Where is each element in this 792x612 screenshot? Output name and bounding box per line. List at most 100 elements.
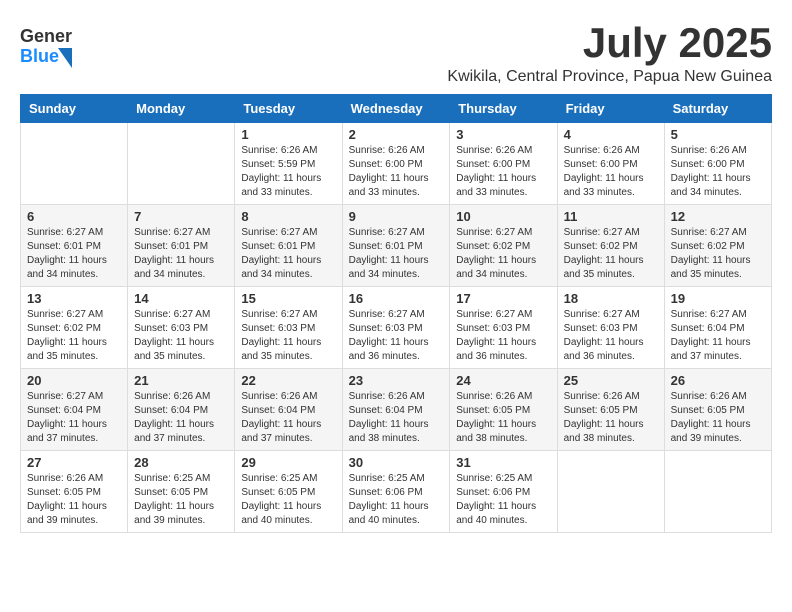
day-number: 4: [564, 127, 658, 142]
title-area: July 2025 Kwikila, Central Province, Pap…: [447, 20, 772, 86]
calendar-cell: 8 Sunrise: 6:27 AM Sunset: 6:01 PM Daylig…: [235, 205, 342, 287]
calendar-week-3: 13 Sunrise: 6:27 AM Sunset: 6:02 PM Dayli…: [21, 287, 772, 369]
calendar-cell: 10 Sunrise: 6:27 AM Sunset: 6:02 PM Dayli…: [450, 205, 557, 287]
calendar-cell: 3 Sunrise: 6:26 AM Sunset: 6:00 PM Daylig…: [450, 123, 557, 205]
calendar-cell: 26Sunrise: 6:26 AM Sunset: 6:05 PM Dayli…: [664, 369, 771, 451]
day-number: 28: [134, 455, 228, 470]
day-info: Sunrise: 6:26 AM Sunset: 6:00 PM Dayligh…: [456, 144, 550, 200]
day-number: 14: [134, 291, 228, 306]
calendar-cell: [21, 123, 128, 205]
logo: General Blue: [20, 20, 76, 68]
calendar-cell: 20Sunrise: 6:27 AM Sunset: 6:04 PM Dayli…: [21, 369, 128, 451]
calendar-cell: 29 Sunrise: 6:25 AM Sunset: 6:05 PM Dayli…: [235, 451, 342, 533]
day-number: 15: [241, 291, 335, 306]
calendar-cell: 21Sunrise: 6:26 AM Sunset: 6:04 PM Dayli…: [128, 369, 235, 451]
day-info: Sunrise: 6:26 AM Sunset: 6:00 PM Dayligh…: [564, 144, 658, 200]
calendar-cell: 2Sunrise: 6:26 AM Sunset: 6:00 PM Daylig…: [342, 123, 450, 205]
calendar-cell: 22Sunrise: 6:26 AM Sunset: 6:04 PM Dayli…: [235, 369, 342, 451]
day-number: 1: [241, 127, 335, 142]
calendar-cell: [128, 123, 235, 205]
day-number: 13: [27, 291, 121, 306]
day-number: 21: [134, 373, 228, 388]
calendar-cell: 12 Sunrise: 6:27 AM Sunset: 6:02 PM Dayli…: [664, 205, 771, 287]
day-number: 25: [564, 373, 658, 388]
calendar-cell: 15Sunrise: 6:27 AM Sunset: 6:03 PM Dayli…: [235, 287, 342, 369]
day-number: 29: [241, 455, 335, 470]
calendar-week-5: 27 Sunrise: 6:26 AM Sunset: 6:05 PM Dayli…: [21, 451, 772, 533]
day-number: 9: [349, 209, 444, 224]
svg-text:Blue: Blue: [20, 46, 59, 66]
day-info: Sunrise: 6:27 AM Sunset: 6:01 PM Dayligh…: [27, 226, 121, 282]
day-number: 23: [349, 373, 444, 388]
location-title: Kwikila, Central Province, Papua New Gui…: [447, 68, 772, 86]
day-number: 2: [349, 127, 444, 142]
day-number: 3: [456, 127, 550, 142]
day-number: 31: [456, 455, 550, 470]
calendar-cell: 14 Sunrise: 6:27 AM Sunset: 6:03 PM Dayli…: [128, 287, 235, 369]
calendar-cell: 30 Sunrise: 6:25 AM Sunset: 6:06 PM Dayli…: [342, 451, 450, 533]
calendar-cell: [664, 451, 771, 533]
calendar-cell: 5 Sunrise: 6:26 AM Sunset: 6:00 PM Daylig…: [664, 123, 771, 205]
day-info: Sunrise: 6:25 AM Sunset: 6:05 PM Dayligh…: [241, 472, 335, 528]
calendar-cell: 13 Sunrise: 6:27 AM Sunset: 6:02 PM Dayli…: [21, 287, 128, 369]
day-info: Sunrise: 6:26 AM Sunset: 6:04 PM Dayligh…: [349, 390, 444, 446]
day-header-sunday: Sunday: [21, 95, 128, 123]
day-number: 10: [456, 209, 550, 224]
calendar-header-row: SundayMondayTuesdayWednesdayThursdayFrid…: [21, 95, 772, 123]
day-header-friday: Friday: [557, 95, 664, 123]
calendar-cell: 23 Sunrise: 6:26 AM Sunset: 6:04 PM Dayli…: [342, 369, 450, 451]
day-info: Sunrise: 6:25 AM Sunset: 6:06 PM Dayligh…: [456, 472, 550, 528]
day-info: Sunrise: 6:27 AM Sunset: 6:03 PM Dayligh…: [349, 308, 444, 364]
day-number: 11: [564, 209, 658, 224]
calendar-cell: 27 Sunrise: 6:26 AM Sunset: 6:05 PM Dayli…: [21, 451, 128, 533]
calendar-cell: 28Sunrise: 6:25 AM Sunset: 6:05 PM Dayli…: [128, 451, 235, 533]
day-number: 7: [134, 209, 228, 224]
day-info: Sunrise: 6:27 AM Sunset: 6:01 PM Dayligh…: [241, 226, 335, 282]
day-info: Sunrise: 6:27 AM Sunset: 6:03 PM Dayligh…: [564, 308, 658, 364]
calendar-cell: [557, 451, 664, 533]
day-number: 12: [671, 209, 765, 224]
day-info: Sunrise: 6:26 AM Sunset: 6:05 PM Dayligh…: [671, 390, 765, 446]
calendar-cell: 24 Sunrise: 6:26 AM Sunset: 6:05 PM Dayli…: [450, 369, 557, 451]
day-info: Sunrise: 6:27 AM Sunset: 6:01 PM Dayligh…: [134, 226, 228, 282]
day-header-tuesday: Tuesday: [235, 95, 342, 123]
calendar-cell: 11 Sunrise: 6:27 AM Sunset: 6:02 PM Dayli…: [557, 205, 664, 287]
day-info: Sunrise: 6:27 AM Sunset: 6:02 PM Dayligh…: [27, 308, 121, 364]
calendar-week-2: 6 Sunrise: 6:27 AM Sunset: 6:01 PM Daylig…: [21, 205, 772, 287]
day-number: 24: [456, 373, 550, 388]
day-info: Sunrise: 6:27 AM Sunset: 6:02 PM Dayligh…: [564, 226, 658, 282]
calendar-cell: 18 Sunrise: 6:27 AM Sunset: 6:03 PM Dayli…: [557, 287, 664, 369]
day-info: Sunrise: 6:26 AM Sunset: 6:05 PM Dayligh…: [564, 390, 658, 446]
day-info: Sunrise: 6:25 AM Sunset: 6:06 PM Dayligh…: [349, 472, 444, 528]
day-number: 30: [349, 455, 444, 470]
day-info: Sunrise: 6:26 AM Sunset: 6:05 PM Dayligh…: [27, 472, 121, 528]
day-info: Sunrise: 6:27 AM Sunset: 6:03 PM Dayligh…: [456, 308, 550, 364]
calendar-cell: 16Sunrise: 6:27 AM Sunset: 6:03 PM Dayli…: [342, 287, 450, 369]
day-number: 5: [671, 127, 765, 142]
day-info: Sunrise: 6:26 AM Sunset: 5:59 PM Dayligh…: [241, 144, 335, 200]
day-info: Sunrise: 6:27 AM Sunset: 6:03 PM Dayligh…: [134, 308, 228, 364]
calendar-cell: 17Sunrise: 6:27 AM Sunset: 6:03 PM Dayli…: [450, 287, 557, 369]
day-number: 27: [27, 455, 121, 470]
day-header-monday: Monday: [128, 95, 235, 123]
day-number: 6: [27, 209, 121, 224]
month-title: July 2025: [447, 20, 772, 66]
calendar-week-1: 1 Sunrise: 6:26 AM Sunset: 5:59 PM Daylig…: [21, 123, 772, 205]
day-info: Sunrise: 6:26 AM Sunset: 6:00 PM Dayligh…: [671, 144, 765, 200]
day-info: Sunrise: 6:26 AM Sunset: 6:05 PM Dayligh…: [456, 390, 550, 446]
day-info: Sunrise: 6:27 AM Sunset: 6:01 PM Dayligh…: [349, 226, 444, 282]
calendar-cell: 6 Sunrise: 6:27 AM Sunset: 6:01 PM Daylig…: [21, 205, 128, 287]
day-number: 19: [671, 291, 765, 306]
calendar-cell: 9 Sunrise: 6:27 AM Sunset: 6:01 PM Daylig…: [342, 205, 450, 287]
day-info: Sunrise: 6:26 AM Sunset: 6:04 PM Dayligh…: [241, 390, 335, 446]
day-number: 8: [241, 209, 335, 224]
calendar-cell: 19Sunrise: 6:27 AM Sunset: 6:04 PM Dayli…: [664, 287, 771, 369]
day-header-thursday: Thursday: [450, 95, 557, 123]
day-info: Sunrise: 6:27 AM Sunset: 6:02 PM Dayligh…: [671, 226, 765, 282]
day-number: 20: [27, 373, 121, 388]
calendar-week-4: 20Sunrise: 6:27 AM Sunset: 6:04 PM Dayli…: [21, 369, 772, 451]
page-header: General Blue July 2025 Kwikila, Central …: [20, 20, 772, 86]
calendar-cell: 31 Sunrise: 6:25 AM Sunset: 6:06 PM Dayli…: [450, 451, 557, 533]
day-info: Sunrise: 6:27 AM Sunset: 6:02 PM Dayligh…: [456, 226, 550, 282]
day-number: 18: [564, 291, 658, 306]
